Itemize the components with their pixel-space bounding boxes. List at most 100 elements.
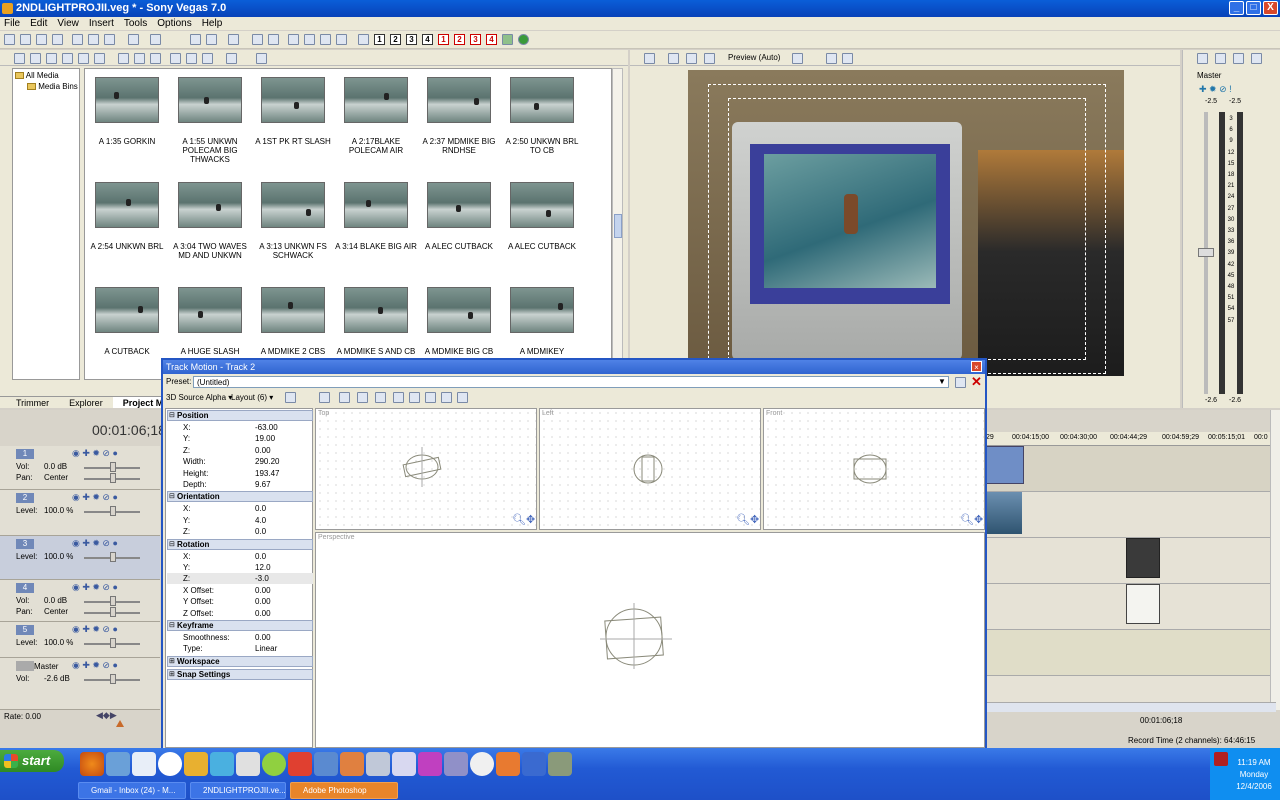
- lock-envelopes-icon[interactable]: [268, 34, 279, 45]
- property-value[interactable]: 0.00: [255, 632, 271, 643]
- property-row[interactable]: X Offset: 0.00: [167, 585, 313, 596]
- section-keyframe[interactable]: Keyframe: [167, 620, 313, 631]
- track-control-icons[interactable]: ◉ ✚ ✹ ⊘ ●: [72, 582, 118, 593]
- reset-icon[interactable]: [285, 392, 296, 403]
- lock-x-icon[interactable]: [425, 392, 436, 403]
- property-row[interactable]: X: -63.00: [167, 422, 313, 433]
- media-fx-icon[interactable]: [78, 53, 89, 64]
- red-track-number-2[interactable]: 2: [454, 34, 465, 45]
- normal-edit-tool-icon[interactable]: [288, 34, 299, 45]
- expander-icon[interactable]: ⊟: [169, 492, 175, 500]
- tab-explorer[interactable]: Explorer: [59, 397, 113, 408]
- copy-snapshot-icon[interactable]: [826, 53, 837, 64]
- tag-icon[interactable]: [134, 53, 145, 64]
- perspective-gizmo[interactable]: [600, 603, 680, 673]
- dvd-icon[interactable]: [470, 752, 494, 776]
- undo-icon[interactable]: [128, 34, 139, 45]
- split-screen-icon[interactable]: [704, 53, 715, 64]
- red-track-number-1[interactable]: 1: [438, 34, 449, 45]
- gallery-icon[interactable]: [236, 752, 260, 776]
- track-header[interactable]: 4 ◉ ✚ ✹ ⊘ ● Vol: 0.0 dB Pan: Center: [0, 580, 160, 622]
- clip-thumbnail[interactable]: [178, 182, 242, 228]
- clip-thumbnail[interactable]: [95, 182, 159, 228]
- timeline-vscroll[interactable]: [1270, 410, 1280, 710]
- lane-5[interactable]: [986, 630, 1270, 676]
- property-row[interactable]: Z: 0.00: [167, 445, 313, 456]
- video-event-2[interactable]: [986, 492, 1022, 534]
- copy-icon[interactable]: [88, 34, 99, 45]
- view-envelope-icon[interactable]: [409, 392, 420, 403]
- save-snapshot-icon[interactable]: [842, 53, 853, 64]
- bars-app-icon[interactable]: [418, 752, 442, 776]
- timeline-hscroll[interactable]: [986, 702, 1276, 712]
- tree-item-media-bins[interactable]: Media Bins: [27, 82, 78, 91]
- audio-event-4[interactable]: [1126, 584, 1160, 624]
- slider-knob[interactable]: [110, 674, 116, 684]
- 3d-mode-icon[interactable]: [319, 392, 330, 403]
- clip-thumbnail[interactable]: [344, 287, 408, 333]
- taskbar-gmail[interactable]: Gmail - Inbox (24) - M...: [78, 782, 186, 799]
- taskbar-vegas[interactable]: 2NDLIGHTPROJII.ve...: [190, 782, 286, 799]
- track-control-icons[interactable]: ◉ ✚ ✹ ⊘ ●: [72, 448, 118, 459]
- cut-icon[interactable]: [72, 34, 83, 45]
- auto-preview-icon[interactable]: [150, 53, 161, 64]
- clip-thumbnail[interactable]: [427, 77, 491, 123]
- tab-trimmer[interactable]: Trimmer: [6, 397, 59, 408]
- timeline-ruler[interactable]: 29 00:04:15;00 00:04:30;00 00:04:44;29 0…: [986, 432, 1270, 446]
- track-control-icons[interactable]: ◉ ✚ ✹ ⊘ ●: [72, 538, 118, 549]
- overlays-icon[interactable]: [792, 53, 803, 64]
- play-icon[interactable]: [170, 53, 181, 64]
- preview-quality-dropdown[interactable]: Preview (Auto): [728, 53, 780, 62]
- property-value[interactable]: 0.00: [255, 608, 271, 619]
- snap-icon[interactable]: [228, 34, 239, 45]
- get-media-icon[interactable]: [46, 53, 57, 64]
- clip-thumbnail[interactable]: [261, 77, 325, 123]
- expander-icon[interactable]: ⊞: [169, 670, 175, 678]
- editor-icon[interactable]: [210, 752, 234, 776]
- property-row[interactable]: Y: 4.0: [167, 515, 313, 526]
- expander-icon[interactable]: ⊟: [169, 621, 175, 629]
- section-orientation[interactable]: Orientation: [167, 491, 313, 503]
- paste-icon[interactable]: [104, 34, 115, 45]
- close-button[interactable]: X: [1263, 1, 1278, 15]
- clip-thumbnail[interactable]: [178, 77, 242, 123]
- clock-time[interactable]: 11:19 AM: [1228, 758, 1280, 767]
- property-value[interactable]: 0.00: [255, 585, 271, 596]
- menu-insert[interactable]: Insert: [89, 17, 114, 30]
- preset-dropdown[interactable]: (Untitled): [193, 376, 949, 388]
- clip-thumbnail[interactable]: [261, 287, 325, 333]
- property-value[interactable]: Linear: [255, 643, 277, 654]
- green-s-icon[interactable]: [518, 34, 529, 45]
- maximize-button[interactable]: □: [1246, 1, 1261, 15]
- move-x-icon[interactable]: [339, 392, 350, 403]
- front-view[interactable]: Front 🔍︎✥: [763, 408, 985, 530]
- clip-thumbnail[interactable]: [510, 287, 574, 333]
- track-number-3[interactable]: 3: [406, 34, 417, 45]
- firefox-icon[interactable]: [80, 752, 104, 776]
- track-motion-close-icon[interactable]: ×: [971, 361, 982, 372]
- itunes-icon[interactable]: [262, 752, 286, 776]
- web-media-icon[interactable]: [62, 53, 73, 64]
- notepad-icon[interactable]: [314, 752, 338, 776]
- top-gizmo[interactable]: [396, 443, 456, 493]
- move-y-icon[interactable]: [357, 392, 368, 403]
- track-lanes[interactable]: [986, 446, 1270, 704]
- property-row[interactable]: Width: 290.20: [167, 456, 313, 467]
- track-header[interactable]: Master ◉ ✚ ✹ ⊘ ● Vol: -2.6 dB: [0, 658, 160, 710]
- track-header[interactable]: 1 ◉ ✚ ✹ ⊘ ● Vol: 0.0 dB Pan: Center: [0, 446, 160, 490]
- clip-thumbnail[interactable]: [510, 182, 574, 228]
- views-icon[interactable]: [226, 53, 237, 64]
- media-player-icon[interactable]: [158, 752, 182, 776]
- section-position[interactable]: Position: [167, 410, 313, 421]
- slider-knob[interactable]: [110, 596, 116, 606]
- property-value[interactable]: 4.0: [255, 515, 266, 526]
- remove-icon[interactable]: [118, 53, 129, 64]
- property-value[interactable]: 193.47: [255, 468, 279, 479]
- property-value[interactable]: 290.20: [255, 456, 279, 467]
- menu-view[interactable]: View: [57, 17, 79, 30]
- source-alpha-dropdown[interactable]: 3D Source Alpha ▾: [166, 393, 232, 402]
- email-app-icon[interactable]: [106, 752, 130, 776]
- game-icon[interactable]: [288, 752, 312, 776]
- auto-play-icon[interactable]: [202, 53, 213, 64]
- track-motion-title-bar[interactable]: Track Motion - Track 2 ×: [163, 360, 985, 374]
